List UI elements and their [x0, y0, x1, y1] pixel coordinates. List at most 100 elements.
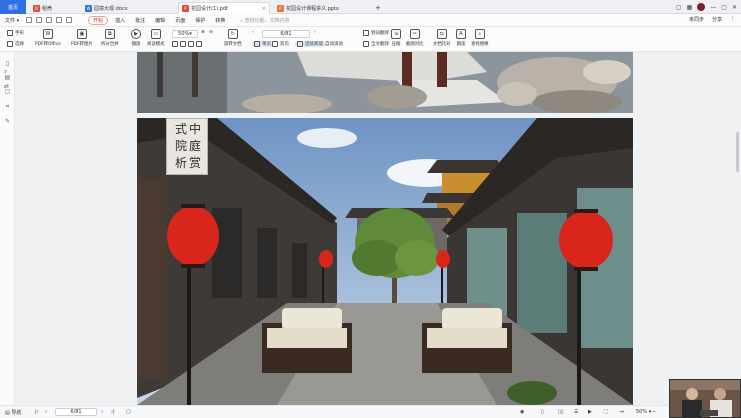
minimize-icon[interactable]: — — [710, 4, 716, 11]
menu-start[interactable]: 开始 — [88, 15, 109, 25]
read-aloud-button[interactable]: A 朗读 — [456, 29, 466, 47]
sync-icon[interactable]: ⇄ — [4, 83, 9, 90]
zoom-out-status-button[interactable]: − — [652, 409, 656, 415]
eye-protect-icon[interactable]: ◉ — [520, 409, 524, 415]
rotate-doc-button[interactable]: ↻ 旋转文档 — [224, 29, 242, 47]
tab-docx[interactable]: W 园境大观.docx — [82, 2, 174, 14]
doc-compare-button[interactable]: ⇆ 文档比对 — [433, 29, 451, 47]
avatar[interactable] — [697, 3, 706, 11]
search-doc-icon[interactable]: ⌕ — [4, 68, 7, 76]
next-page-icon[interactable]: › — [314, 30, 316, 35]
label: 阅读模式 — [147, 42, 165, 47]
continuous-view-icon[interactable]: ☰ — [574, 409, 578, 415]
zoom-level[interactable]: 50% ▾ — [636, 409, 651, 415]
single-page-button[interactable]: 单页 — [252, 41, 273, 47]
double-view-icon[interactable]: ▯▯ — [558, 409, 564, 415]
play-button[interactable]: ▶ 播放 — [131, 29, 141, 47]
seal-char: 析 — [175, 156, 188, 170]
label: 旋转文档 — [224, 42, 242, 47]
close-icon[interactable]: ✕ — [732, 4, 737, 11]
courtyard-photo — [137, 118, 633, 405]
bookmark-icon[interactable]: ▯ — [4, 60, 11, 67]
search-input[interactable]: ⌕ 查找功能、文档内容 — [240, 17, 289, 24]
undo-icon[interactable] — [56, 17, 63, 23]
compare-icon: ⇆ — [436, 29, 447, 39]
zoom-input[interactable]: 50% ▾ — [172, 30, 198, 38]
select-tool-button[interactable]: 选择 — [7, 41, 24, 47]
close-tab-icon[interactable]: ✕ — [262, 6, 266, 12]
tab-docer[interactable]: D 稻壳 — [30, 2, 78, 14]
reading-mode-button[interactable]: ▭ 阅读模式 — [147, 29, 165, 47]
pdf-to-office-button[interactable]: W PDF转Office — [35, 29, 61, 47]
screenshot-compare-button[interactable]: ✂ 截图对比 — [406, 29, 424, 47]
find-replace-icon: ⌕ — [474, 29, 485, 39]
zoom-level-value: 50% — [636, 409, 648, 415]
pdf-file-icon: P — [182, 5, 189, 12]
play-status-icon[interactable]: ▶ — [588, 409, 592, 415]
pdf-to-image-button[interactable]: ▣ PDF转图片 — [71, 29, 93, 47]
layout-icon[interactable]: ▢ — [676, 4, 682, 11]
hand-tool-button[interactable]: 手形 — [7, 30, 24, 36]
menu-protect[interactable]: 保护 — [190, 17, 210, 24]
docer-icon: D — [33, 4, 40, 12]
menu-convert[interactable]: 转换 — [210, 17, 230, 24]
label: PDF转图片 — [71, 42, 93, 47]
label: 拆分合并 — [101, 42, 119, 47]
auto-scroll-button[interactable]: 自动滚动 — [325, 41, 343, 47]
zoom-out-icon[interactable]: ⊖ — [209, 30, 213, 35]
page-number-input[interactable]: 6/81 — [262, 30, 310, 38]
share-button[interactable]: 分享 — [712, 16, 722, 23]
split-merge-button[interactable]: ⧉ 拆分合并 — [101, 29, 119, 47]
label: 压缩 — [391, 42, 401, 47]
continuous-read-button[interactable]: 连续阅读 — [295, 41, 325, 47]
search-placeholder: 查找功能、文档内容 — [244, 17, 290, 24]
prev-page-status-icon[interactable]: ‹ — [45, 409, 47, 415]
title-seal: 中 式 庭 院 赏 析 — [166, 118, 208, 175]
label: 全文翻译 — [371, 42, 389, 47]
tab-label: 花园设计课程讲义.pptx — [286, 5, 339, 12]
more-icon[interactable]: ⋮ — [730, 16, 735, 23]
play-icon: ▶ — [131, 29, 141, 39]
redo-icon[interactable] — [66, 17, 73, 23]
page-number-value: 6/81 — [280, 31, 292, 37]
save-icon[interactable] — [26, 17, 33, 23]
find-replace-button[interactable]: ⌕ 查找替换 — [471, 29, 489, 47]
search-icon: ⌕ — [240, 17, 244, 24]
next-page-status-icon[interactable]: › — [101, 409, 103, 415]
page-mode-icon[interactable]: ▢ — [126, 409, 131, 415]
grid-icon[interactable]: ▦ — [687, 4, 693, 11]
fit-width-status-icon[interactable]: ⇔ — [620, 409, 624, 415]
menu-edit[interactable]: 编辑 — [150, 17, 170, 24]
signature-icon[interactable]: ✎ — [4, 118, 11, 125]
menu-file[interactable]: 文件 ▾ — [0, 17, 24, 24]
full-translate-button[interactable]: 全文翻译 — [363, 41, 389, 47]
first-page-icon[interactable]: |‹ — [35, 409, 39, 415]
menu-insert[interactable]: 插入 — [110, 17, 130, 24]
single-view-icon[interactable]: ▯ — [541, 409, 544, 415]
last-page-icon[interactable]: ›| — [111, 409, 115, 415]
image-icon: ▣ — [76, 29, 87, 39]
tab-label: 花园设计(1).pdf — [191, 6, 228, 12]
open-icon[interactable] — [36, 17, 43, 23]
hand-tool-label: 手形 — [15, 31, 24, 36]
status-page-input[interactable]: 6/81 — [55, 408, 97, 416]
new-tab-button[interactable]: + — [372, 2, 384, 14]
word-translate-button[interactable]: 划词翻译 — [363, 30, 389, 36]
tab-pdf[interactable]: P 花园设计(1).pdf ✕ — [178, 2, 270, 14]
vertical-scrollbar[interactable] — [736, 132, 739, 172]
nav-panel-button[interactable]: ▤ 导航 — [5, 409, 21, 416]
tab-pptx[interactable]: P 花园设计课程讲义.pptx — [274, 2, 368, 14]
sync-status[interactable]: 未同步 — [689, 16, 704, 23]
attachment-icon[interactable]: ⌗ — [4, 103, 11, 110]
zoom-in-icon[interactable]: ⊕ — [201, 30, 205, 35]
compress-button[interactable]: ⇲ 压缩 — [391, 29, 401, 47]
double-page-button[interactable]: 双页 — [272, 41, 289, 47]
tab-home[interactable]: 首页 — [0, 0, 26, 14]
print-icon[interactable] — [46, 17, 53, 23]
prev-page-icon[interactable]: ‹ — [252, 30, 254, 35]
fit-width-icon[interactable] — [172, 41, 202, 47]
menu-annotate[interactable]: 批注 — [130, 17, 150, 24]
menu-page[interactable]: 页面 — [170, 17, 190, 24]
fit-page-icon[interactable]: ⛶ — [604, 409, 608, 415]
maximize-icon[interactable]: ▢ — [721, 4, 727, 11]
